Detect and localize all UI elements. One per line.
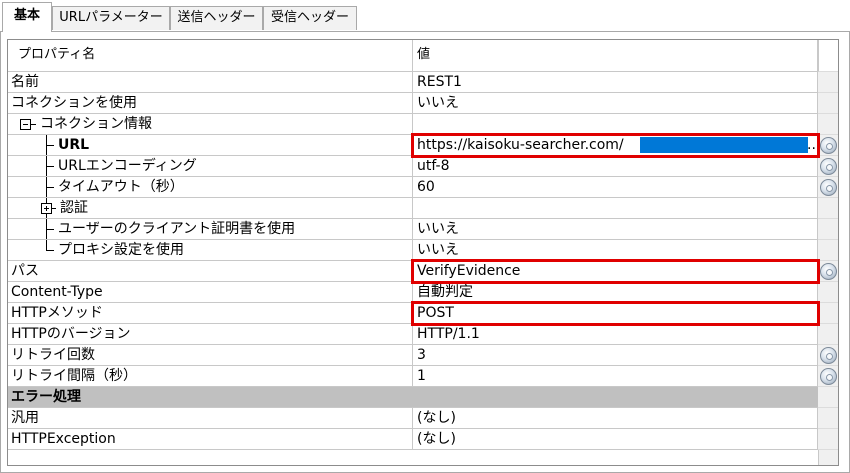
property-label: プロキシ設定を使用 <box>58 242 184 258</box>
property-row-retry-interval[interactable]: リトライ間隔（秒） 1 <box>8 366 838 387</box>
property-value[interactable]: (なし) <box>413 408 818 429</box>
property-label: コネクションを使用 <box>8 93 413 114</box>
url-value-field[interactable]: https://kaisoku-searcher.com/ ... <box>413 135 818 156</box>
section-error-handling: エラー処理 <box>8 387 838 408</box>
redacted-url-part <box>640 137 808 153</box>
edit-ellipsis-icon[interactable] <box>820 137 837 154</box>
property-value[interactable]: VerifyEvidence <box>413 261 818 282</box>
collapse-icon[interactable] <box>20 119 31 130</box>
property-value[interactable]: 自動判定 <box>413 282 818 303</box>
tab-url-parameters[interactable]: URLパラメーター <box>52 6 170 30</box>
property-row-retry-count[interactable]: リトライ回数 3 <box>8 345 838 366</box>
property-label: URLエンコーディング <box>58 158 197 174</box>
property-label: HTTPException <box>8 429 413 450</box>
property-label: 汎用 <box>8 408 413 429</box>
property-value: https://kaisoku-searcher.com/ <box>417 137 624 153</box>
property-grid: プロパティ名 値 名前 REST1 コネクションを使用 いいえ コネクション情報 <box>7 39 839 466</box>
dropdown-icon[interactable] <box>820 158 837 175</box>
property-row-connection-info[interactable]: コネクション情報 <box>8 114 838 135</box>
property-row-content-type[interactable]: Content-Type 自動判定 <box>8 282 838 303</box>
property-row-name[interactable]: 名前 REST1 <box>8 72 838 93</box>
property-label: HTTPメソッド <box>8 303 413 324</box>
tab-bar: 基本 URLパラメーター 送信ヘッダー 受信ヘッダー <box>0 0 850 32</box>
property-row-url-encoding[interactable]: URLエンコーディング utf-8 <box>8 156 838 177</box>
property-value[interactable]: (なし) <box>413 429 818 450</box>
property-label: Content-Type <box>8 282 413 303</box>
property-label: 認証 <box>60 200 88 216</box>
property-value <box>413 114 818 135</box>
property-value[interactable]: いいえ <box>413 240 818 261</box>
tab-basic[interactable]: 基本 <box>2 2 52 32</box>
tab-send-headers[interactable]: 送信ヘッダー <box>170 6 263 30</box>
property-row-timeout[interactable]: タイムアウト（秒） 60 <box>8 177 838 198</box>
property-row-http-method[interactable]: HTTPメソッド POST <box>8 303 838 324</box>
property-label: リトライ回数 <box>8 345 413 366</box>
tab-receive-headers[interactable]: 受信ヘッダー <box>263 6 357 30</box>
property-value[interactable]: 1 <box>413 366 818 387</box>
edit-ellipsis-icon[interactable] <box>820 263 837 280</box>
url-ellipsis: ... <box>807 137 817 153</box>
property-value[interactable]: いいえ <box>413 219 818 240</box>
property-row-url[interactable]: URL https://kaisoku-searcher.com/ ... <box>8 135 838 156</box>
spin-icon[interactable] <box>820 179 837 196</box>
property-label: 名前 <box>8 72 413 93</box>
spin-icon[interactable] <box>820 368 837 385</box>
property-row-client-cert[interactable]: ユーザーのクライアント証明書を使用 いいえ <box>8 219 838 240</box>
expand-icon[interactable] <box>41 203 52 214</box>
property-value[interactable]: 3 <box>413 345 818 366</box>
property-value[interactable]: utf-8 <box>413 156 818 177</box>
header-value: 値 <box>413 40 818 72</box>
property-value <box>413 198 818 219</box>
spin-icon[interactable] <box>820 347 837 364</box>
header-spacer <box>818 40 838 72</box>
property-value[interactable]: HTTP/1.1 <box>413 324 818 345</box>
property-value[interactable]: REST1 <box>413 72 818 93</box>
grid-header: プロパティ名 値 <box>8 40 838 72</box>
property-row-generic[interactable]: 汎用 (なし) <box>8 408 838 429</box>
property-row-auth[interactable]: 認証 <box>8 198 838 219</box>
property-label: URL <box>58 137 90 153</box>
property-row-http-exception[interactable]: HTTPException (なし) <box>8 429 838 450</box>
property-row-http-version[interactable]: HTTPのバージョン HTTP/1.1 <box>8 324 838 345</box>
tab-panel: プロパティ名 値 名前 REST1 コネクションを使用 いいえ コネクション情報 <box>0 31 850 473</box>
header-property-name: プロパティ名 <box>8 40 413 72</box>
section-label: エラー処理 <box>8 387 818 408</box>
property-row-proxy[interactable]: プロキシ設定を使用 いいえ <box>8 240 838 261</box>
property-row-use-connection[interactable]: コネクションを使用 いいえ <box>8 93 838 114</box>
property-label: ユーザーのクライアント証明書を使用 <box>58 221 296 237</box>
property-label: コネクション情報 <box>40 116 152 132</box>
property-label: リトライ間隔（秒） <box>8 366 413 387</box>
property-label: パス <box>8 261 413 282</box>
property-value[interactable]: いいえ <box>413 93 818 114</box>
property-label: タイムアウト（秒） <box>58 179 184 195</box>
property-value[interactable]: POST <box>413 303 818 324</box>
property-label: HTTPのバージョン <box>8 324 413 345</box>
property-row-path[interactable]: パス VerifyEvidence <box>8 261 838 282</box>
property-value[interactable]: 60 <box>413 177 818 198</box>
